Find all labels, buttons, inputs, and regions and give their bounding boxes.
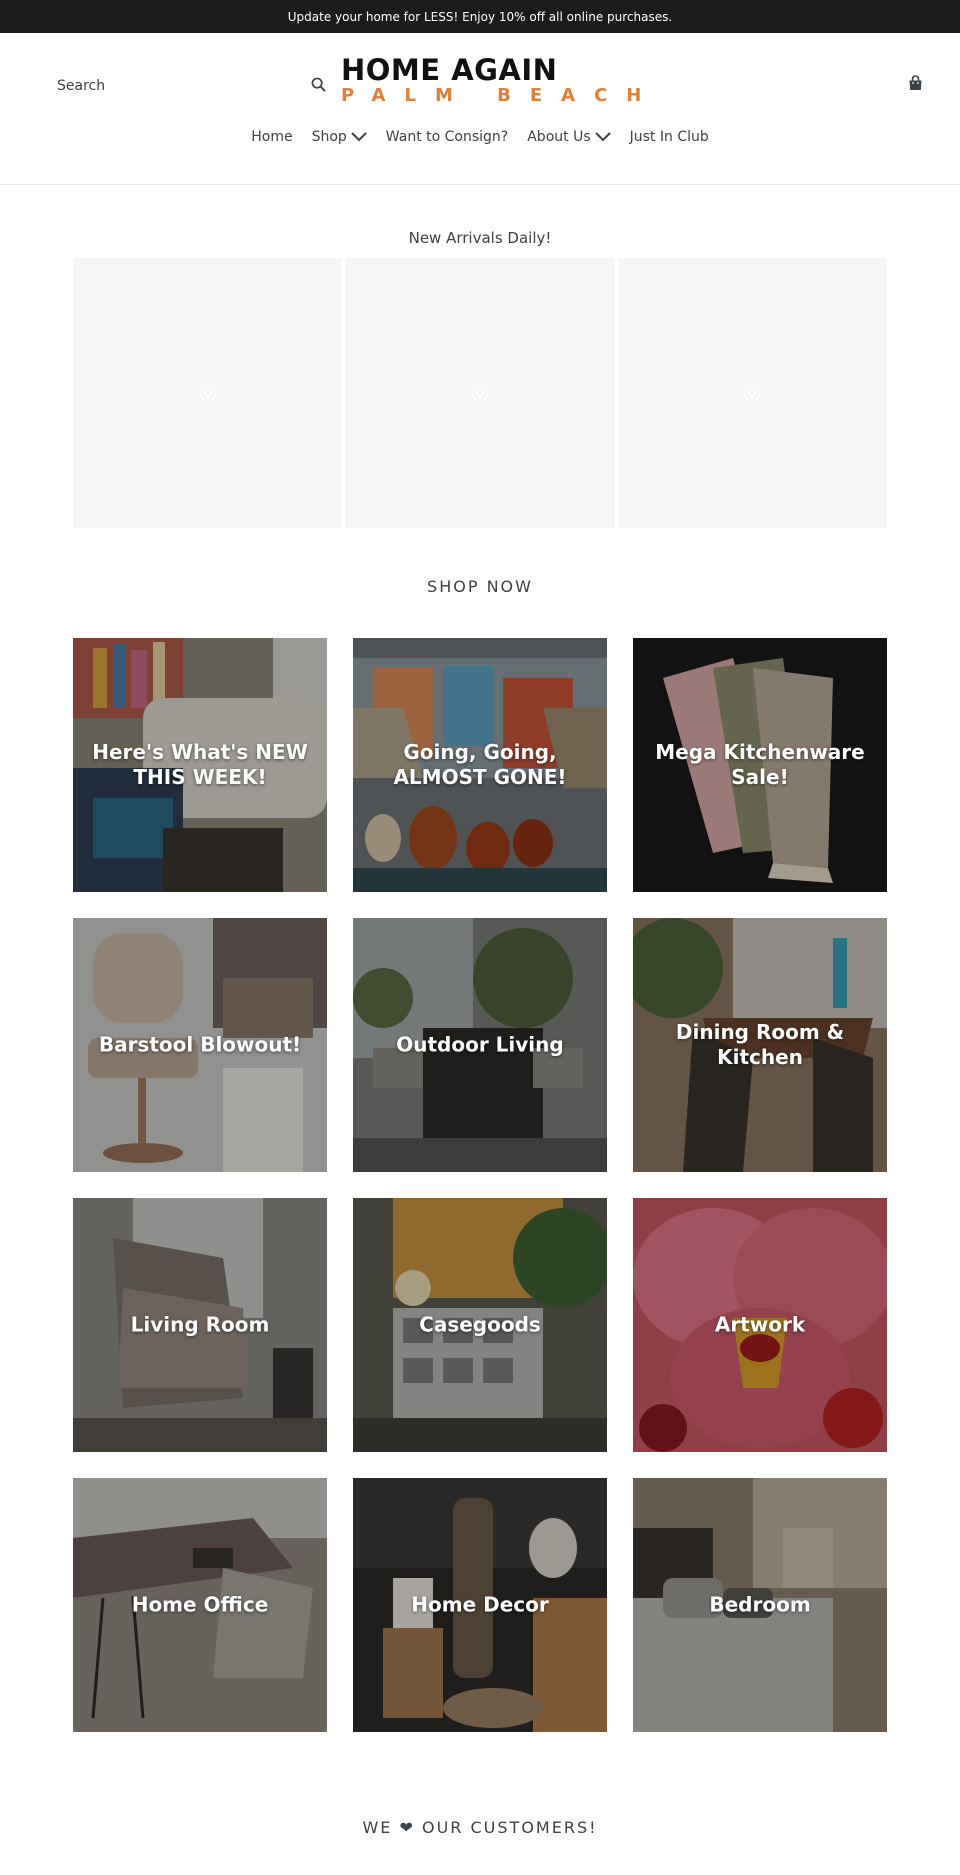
- search-button[interactable]: [306, 72, 330, 96]
- nav-item-home[interactable]: Home: [251, 125, 292, 149]
- collection-card-outdoor-living[interactable]: Outdoor Living: [353, 918, 607, 1172]
- collection-card-home-office[interactable]: Home Office: [73, 1478, 327, 1732]
- announcement-text: Update your home for LESS! Enjoy 10% off…: [287, 9, 673, 24]
- collection-card-new-this-week[interactable]: Here's What's NEW THIS WEEK!: [73, 638, 327, 892]
- nav-item-just-in-club[interactable]: Just In Club: [630, 125, 709, 149]
- collection-label: Here's What's NEW THIS WEEK!: [92, 740, 308, 789]
- instagram-icon: [744, 385, 761, 401]
- instagram-tile[interactable]: [345, 258, 615, 528]
- nav-item-consign[interactable]: Want to Consign?: [386, 125, 508, 149]
- collection-card-bedroom[interactable]: Bedroom: [633, 1478, 887, 1732]
- chevron-down-icon: [351, 132, 367, 142]
- instagram-tile[interactable]: [617, 258, 887, 528]
- collection-label: Living Room: [130, 1312, 270, 1337]
- nav-item-label: Want to Consign?: [385, 129, 509, 145]
- search-icon: [311, 77, 326, 92]
- collection-label: Barstool Blowout!: [98, 1032, 302, 1057]
- collection-label: Going, Going, ALMOST GONE!: [393, 740, 567, 789]
- collection-label: Casegoods: [419, 1312, 541, 1337]
- collection-card-home-decor[interactable]: Home Decor: [353, 1478, 607, 1732]
- collection-grid: Here's What's NEW THIS WEEK! Going, Goin…: [73, 638, 887, 1732]
- collection-label: Bedroom: [709, 1592, 811, 1617]
- collection-label: Home Office: [131, 1592, 269, 1617]
- collection-card-artwork[interactable]: Artwork: [633, 1198, 887, 1452]
- search-input[interactable]: [57, 71, 317, 101]
- instagram-tile[interactable]: [73, 258, 343, 528]
- collection-card-dining-kitchen[interactable]: Dining Room & Kitchen: [633, 918, 887, 1172]
- nav-item-label: About Us: [527, 129, 591, 145]
- collection-card-living-room[interactable]: Living Room: [73, 1198, 327, 1452]
- customers-title: WE ❤ OUR CUSTOMERS!: [362, 1818, 598, 1837]
- cart-button[interactable]: [903, 71, 927, 95]
- logo-title: HOME AGAIN: [341, 53, 558, 87]
- nav-item-shop[interactable]: Shop: [312, 125, 367, 149]
- collection-card-almost-gone[interactable]: Going, Going, ALMOST GONE!: [353, 638, 607, 892]
- nav-item-label: Home: [251, 129, 293, 145]
- collection-label: Artwork: [714, 1312, 806, 1337]
- main-nav: Home Shop Want to Consign? About Us Just…: [0, 125, 960, 149]
- shop-now-title: SHOP NOW: [427, 577, 533, 596]
- collection-label: Dining Room & Kitchen: [675, 1020, 845, 1069]
- collection-label: Home Decor: [411, 1592, 549, 1617]
- collection-card-kitchenware[interactable]: Mega Kitchenware Sale!: [633, 638, 887, 892]
- cart-icon: [909, 75, 921, 90]
- nav-item-about[interactable]: About Us: [527, 125, 611, 149]
- logo-subtitle: PALM BEACH: [341, 85, 661, 106]
- site-logo[interactable]: HOME AGAIN PALM BEACH: [333, 51, 641, 109]
- instagram-feed: [73, 258, 887, 528]
- announcement-bar: Update your home for LESS! Enjoy 10% off…: [0, 0, 960, 33]
- site-header: HOME AGAIN PALM BEACH Home Shop Want to …: [0, 33, 960, 185]
- collection-card-casegoods[interactable]: Casegoods: [353, 1198, 607, 1452]
- instagram-title: New Arrivals Daily!: [408, 229, 552, 247]
- instagram-icon: [199, 385, 216, 401]
- collection-label: Mega Kitchenware Sale!: [655, 740, 865, 789]
- nav-item-label: Shop: [311, 129, 347, 145]
- collection-label: Outdoor Living: [396, 1032, 564, 1057]
- instagram-icon: [472, 385, 488, 401]
- chevron-down-icon: [594, 132, 611, 142]
- collection-card-barstool[interactable]: Barstool Blowout!: [73, 918, 327, 1172]
- nav-item-label: Just In Club: [629, 129, 709, 145]
